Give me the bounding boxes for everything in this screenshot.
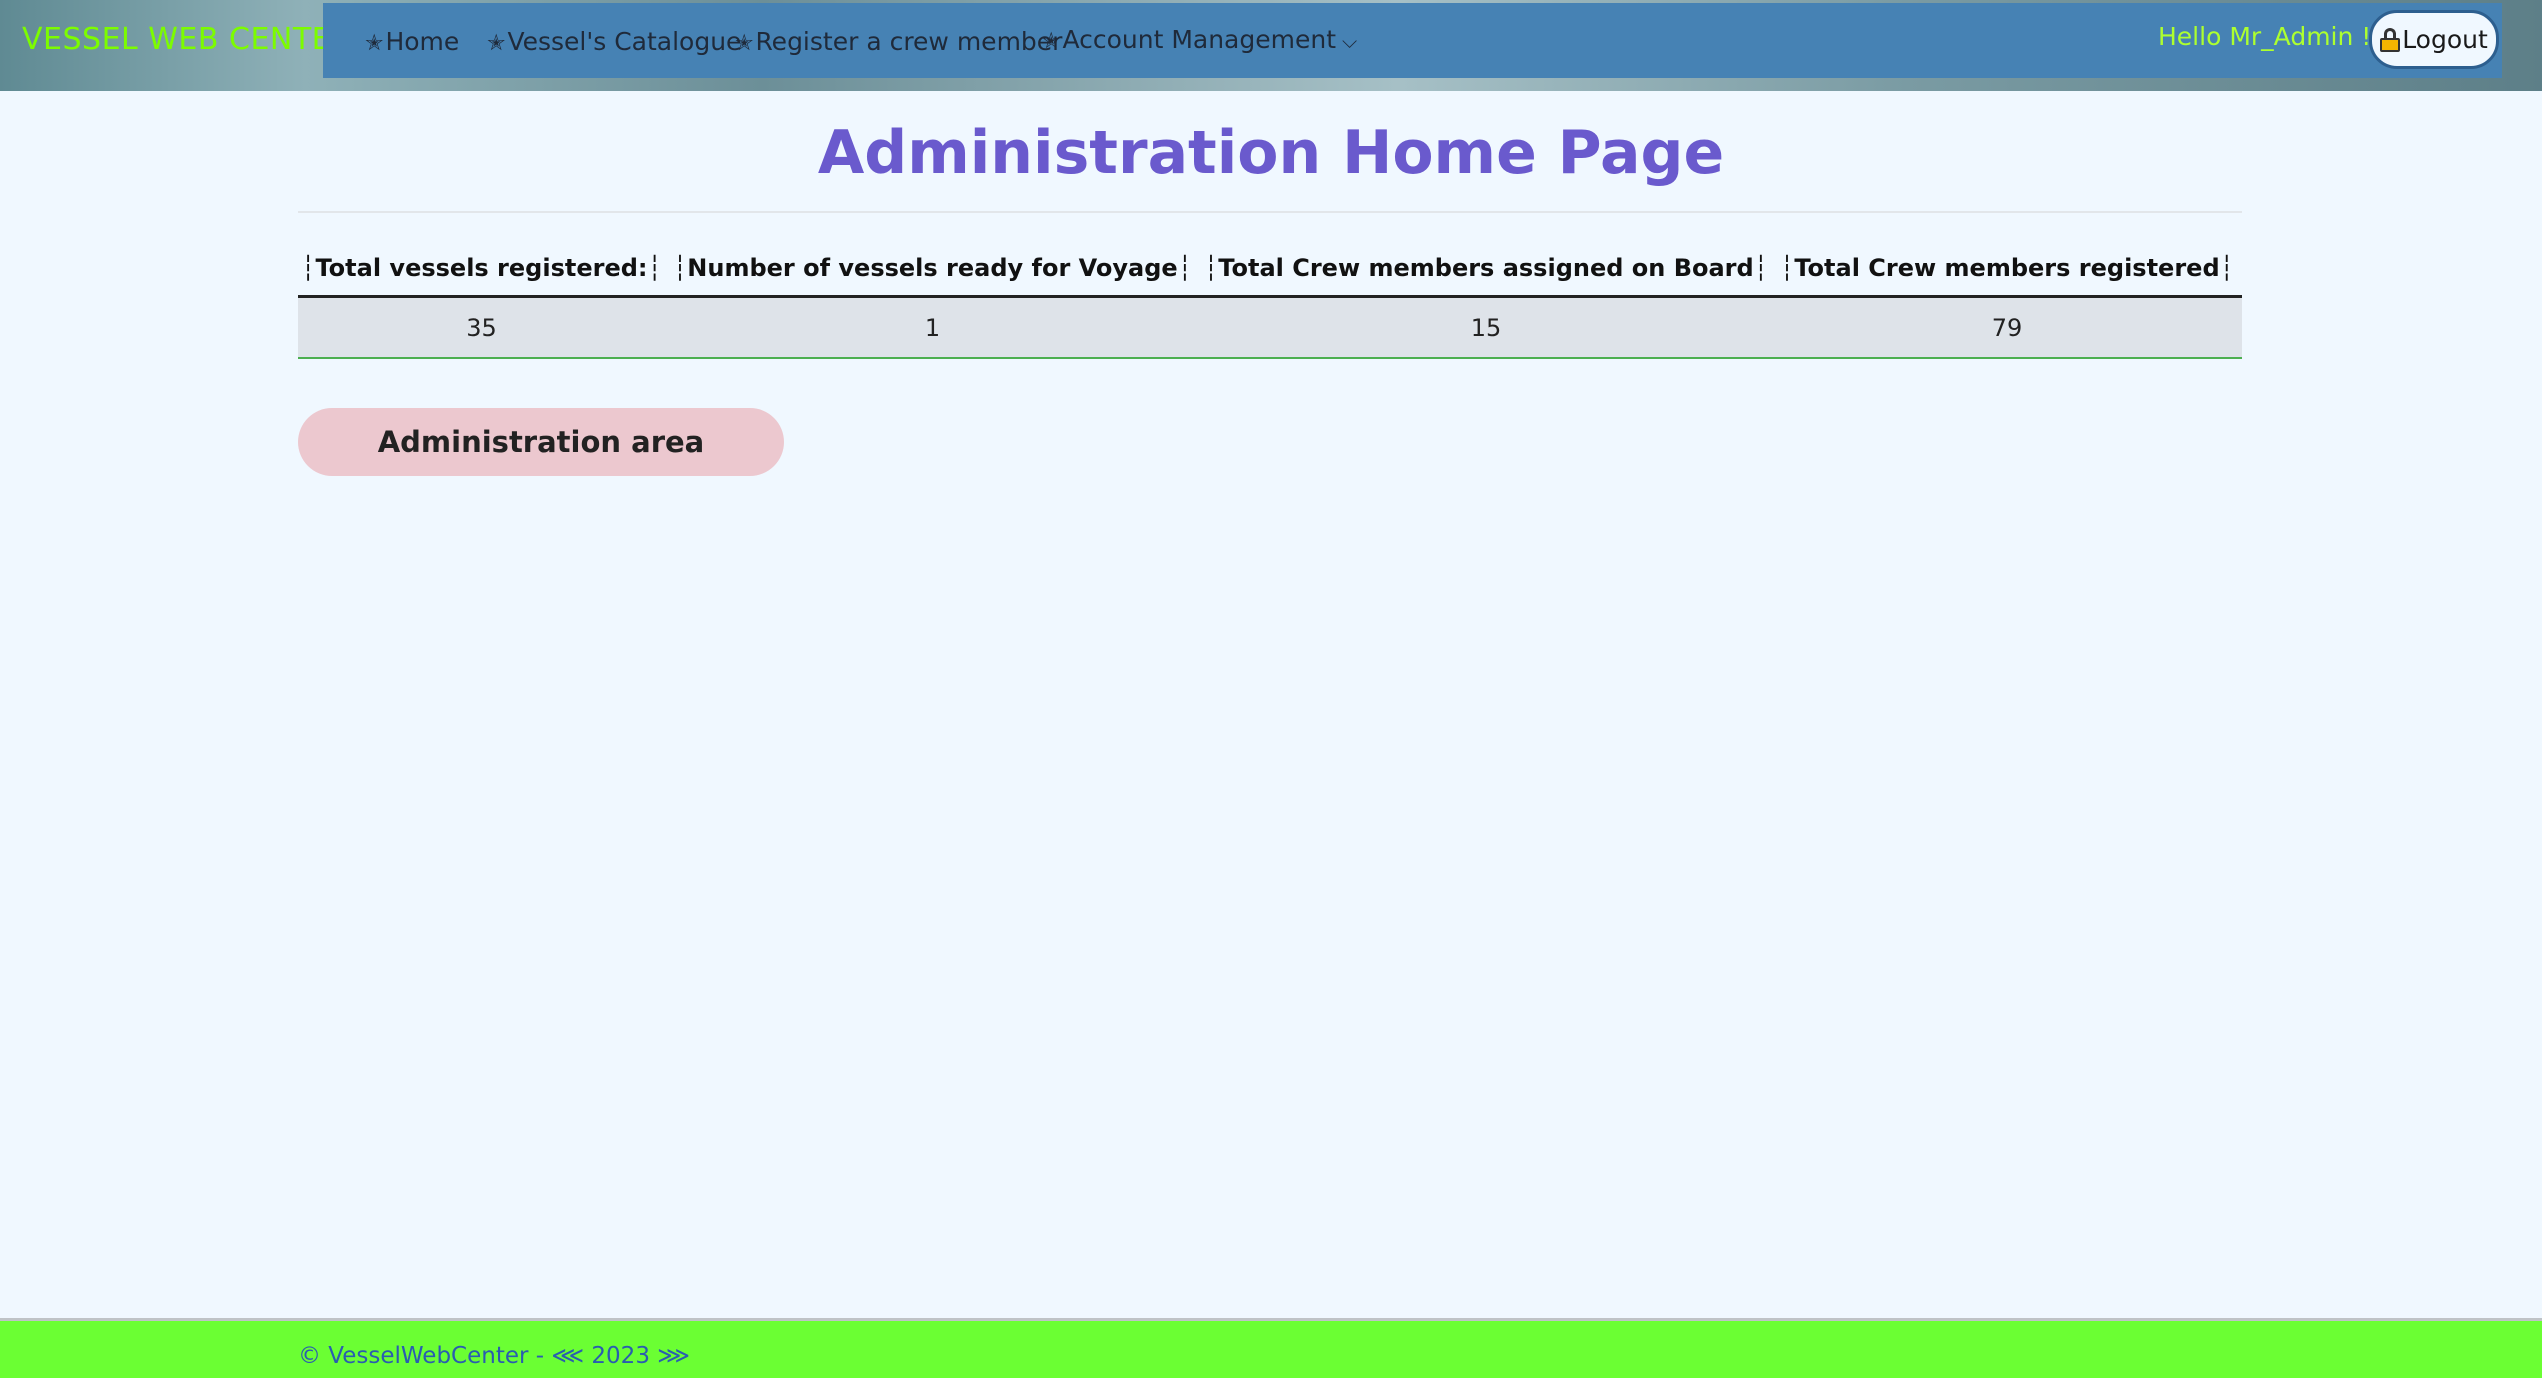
header-total-vessels: ┆Total vessels registered:┆ xyxy=(298,240,665,298)
lock-icon xyxy=(2380,27,2401,52)
user-greeting: Hello Mr_Admin ! xyxy=(2158,22,2372,51)
star-icon: ✭ xyxy=(487,31,506,56)
title-divider xyxy=(298,211,2242,213)
brand-logo-text[interactable]: VESSEL WEB CENTER xyxy=(22,22,352,57)
header-vessels-ready: ┆Number of vessels ready for Voyage┆ xyxy=(665,240,1200,298)
nav-link-home[interactable]: ✭Home xyxy=(365,27,459,56)
star-icon: ✭ xyxy=(365,31,384,56)
table-row: 35 1 15 79 xyxy=(298,296,2242,359)
star-icon: ✭ xyxy=(735,31,754,56)
top-navbar: VESSEL WEB CENTER ✭Home ✭Vessel's Catalo… xyxy=(0,0,2542,91)
footer-copyright: © VesselWebCenter - ⋘ 2023 ⋙ xyxy=(298,1343,690,1369)
nav-link-home-label: Home xyxy=(385,27,460,56)
value-vessels-ready: 1 xyxy=(665,296,1200,359)
logout-button[interactable]: Logout xyxy=(2369,10,2499,69)
chevron-down-icon: ⌵ xyxy=(1342,29,1358,53)
logout-button-label: Logout xyxy=(2402,25,2488,54)
footer: © VesselWebCenter - ⋘ 2023 ⋙ xyxy=(0,1318,2542,1378)
value-crew-on-board: 15 xyxy=(1200,296,1772,359)
administration-area-button[interactable]: Administration area xyxy=(298,408,784,476)
header-crew-registered: ┆Total Crew members registered┆ xyxy=(1772,240,2242,298)
nav-dropdown-account-label: Account Management xyxy=(1062,25,1337,54)
nav-link-vessels-catalogue[interactable]: ✭Vessel's Catalogue xyxy=(487,27,741,56)
administration-area-label: Administration area xyxy=(377,425,705,459)
stats-header-row: ┆Total vessels registered:┆ ┆Number of v… xyxy=(298,240,2242,298)
page-title: Administration Home Page xyxy=(817,118,1725,188)
star-icon: ✭ xyxy=(1042,29,1061,54)
value-total-vessels: 35 xyxy=(298,296,665,359)
stats-table: ┆Total vessels registered:┆ ┆Number of v… xyxy=(298,240,2242,359)
value-crew-registered: 79 xyxy=(1772,296,2242,359)
nav-dropdown-account-management[interactable]: ✭Account Management ⌵ xyxy=(1042,25,1357,54)
header-crew-on-board: ┆Total Crew members assigned on Board┆ xyxy=(1200,240,1772,298)
nav-link-register-label: Register a crew member xyxy=(755,27,1063,56)
nav-link-catalogue-label: Vessel's Catalogue xyxy=(507,27,742,56)
nav-link-register-crew[interactable]: ✭Register a crew member xyxy=(735,27,1062,56)
